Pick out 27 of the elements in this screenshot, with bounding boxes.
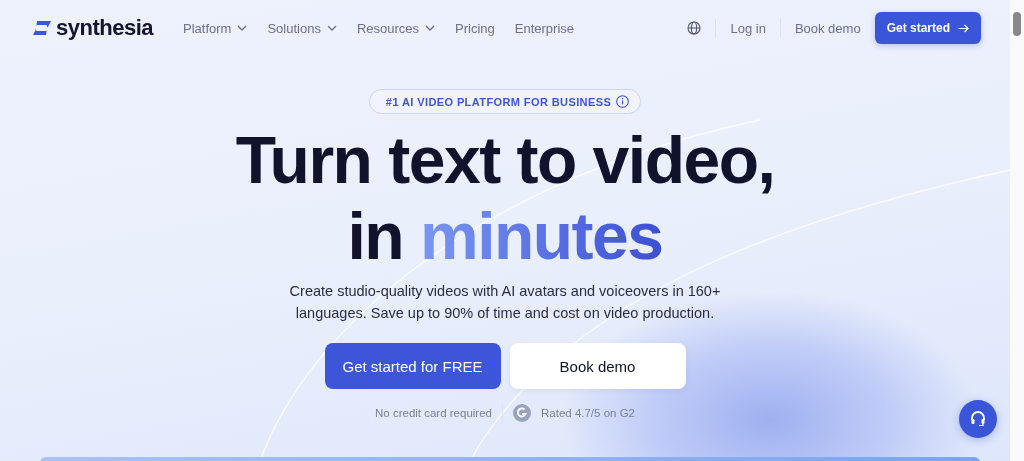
chevron-down-icon — [425, 25, 436, 31]
tagline-text: #1 AI VIDEO PLATFORM FOR BUSINESS — [385, 95, 612, 108]
info-icon[interactable] — [616, 95, 630, 108]
support-chat-button[interactable] — [959, 400, 997, 438]
get-started-button[interactable]: Get started — [874, 12, 981, 44]
logo-icon — [32, 21, 52, 35]
headline: Turn text to video, in minutes — [235, 122, 775, 274]
logo-text[interactable]: synthesia — [56, 15, 153, 41]
get-started-free-button[interactable]: Get started for FREE — [324, 343, 501, 389]
nav-link[interactable]: Resources — [356, 20, 436, 36]
nav-link[interactable]: Platform — [183, 20, 248, 36]
globe-icon[interactable] — [687, 21, 702, 35]
login-link[interactable]: Log in — [730, 20, 766, 36]
nav-link[interactable]: Pricing — [455, 20, 495, 36]
nav-link[interactable]: Solutions — [267, 20, 337, 36]
nav-link[interactable]: Enterprise — [514, 20, 575, 36]
arrow-right-icon — [958, 23, 969, 33]
rating-logo-icon — [513, 404, 531, 422]
subtitle: Create studio-quality videos with AI avatars and voiceovers in 160+ languages. Save up to 90% of time and cost on video production. — [288, 282, 722, 323]
no-card-note: No credit card required — [375, 407, 492, 419]
headset-icon — [969, 410, 987, 428]
book-demo-button[interactable]: Book demo — [509, 343, 686, 389]
chevron-down-icon — [237, 25, 248, 31]
rating-text: Rated 4.7/5 on G2 — [541, 407, 635, 419]
scrollbar[interactable] — [1010, 0, 1024, 461]
book-demo-link[interactable]: Book demo — [794, 20, 861, 36]
chevron-down-icon — [326, 25, 337, 31]
